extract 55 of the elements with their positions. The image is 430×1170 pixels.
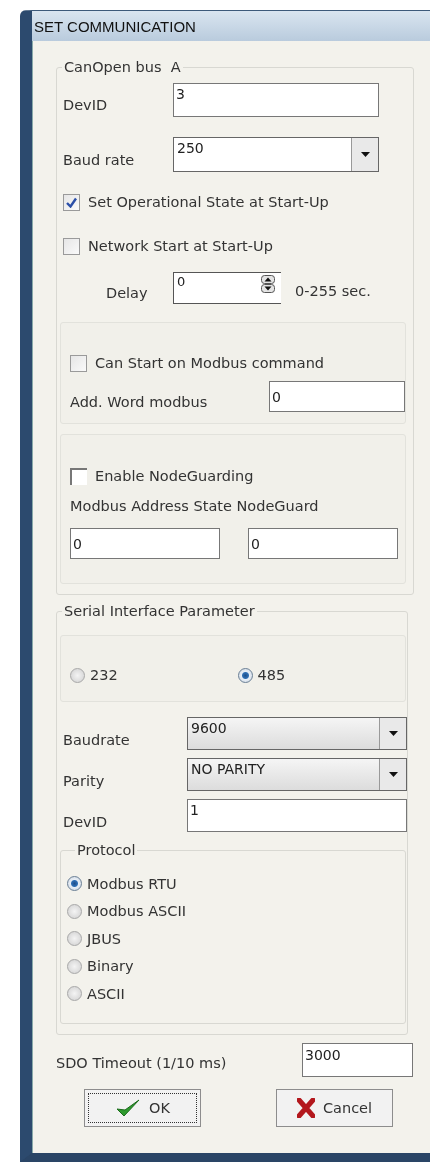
ok-button[interactable]: OK: [84, 1089, 201, 1127]
checkbox-label: Set Operational State at Start-Up: [88, 194, 329, 210]
radio-label: 485: [257, 667, 286, 683]
checkmark-icon: [115, 1098, 142, 1118]
radio-button[interactable]: [67, 876, 82, 892]
checkbox-label: Network Start at Start-Up: [88, 238, 273, 254]
group-label: Serial Interface Parameter: [63, 603, 256, 619]
spin-buttons-icon: [261, 275, 275, 293]
address-field[interactable]: 0: [248, 528, 398, 559]
address-field[interactable]: 0: [70, 528, 220, 559]
radio-label: Binary: [87, 958, 134, 975]
delay-field[interactable]: 0: [173, 272, 281, 304]
radio-label: ASCII: [87, 985, 125, 1002]
radio-button[interactable]: [67, 931, 82, 947]
checkbox[interactable]: [70, 354, 87, 372]
radio-button[interactable]: [67, 986, 82, 1002]
field-label: Parity: [63, 773, 106, 791]
parity-dropdown[interactable]: NO PARITY: [187, 758, 407, 791]
range-label: 0-255 sec.: [295, 282, 371, 299]
radio-label: 232: [90, 667, 118, 683]
group-label: Protocol: [76, 842, 137, 858]
field-label: Delay: [105, 284, 149, 301]
baudrate-dropdown[interactable]: 9600: [187, 717, 407, 750]
field-label: Add. Word modbus: [70, 394, 209, 412]
radio-button[interactable]: [67, 958, 82, 974]
checkbox[interactable]: [63, 193, 80, 211]
checkbox[interactable]: [63, 237, 80, 255]
checkbox[interactable]: [70, 467, 87, 485]
timeout-field[interactable]: 3000: [302, 1043, 413, 1077]
radio-label: Modbus ASCII: [87, 903, 186, 920]
field-label: Baudrate: [63, 732, 131, 750]
radio-button[interactable]: [70, 667, 85, 683]
field-label: DevID: [63, 814, 109, 832]
dropdown-arrow-icon: [388, 772, 398, 777]
radio-button[interactable]: [67, 903, 82, 919]
window-title: SET COMMUNICATION: [34, 17, 196, 35]
radio-label: Modbus RTU: [87, 875, 177, 892]
field-label: Modbus Address State NodeGuard: [70, 498, 320, 514]
radio-button[interactable]: [237, 667, 253, 683]
checkbox-label: Enable NodeGuarding: [95, 468, 254, 484]
field-label: DevID: [63, 97, 109, 115]
checkmark-icon: [66, 196, 77, 208]
field-label: SDO Timeout (1/10 ms): [56, 1054, 228, 1071]
checkbox-label: Can Start on Modbus command: [95, 355, 325, 371]
devid-field[interactable]: 3: [173, 83, 379, 117]
dropdown-arrow-icon: [388, 731, 398, 736]
cancel-button[interactable]: Cancel: [276, 1089, 393, 1127]
word-field[interactable]: 0: [269, 381, 405, 412]
baud-rate-dropdown[interactable]: 250: [173, 137, 379, 172]
group-label: CanOpen bus A: [63, 59, 182, 75]
devid-field[interactable]: 1: [187, 799, 407, 832]
dropdown-arrow-icon: [360, 152, 370, 157]
cross-icon: [296, 1098, 315, 1118]
field-label: Baud rate: [63, 152, 136, 170]
radio-label: JBUS: [87, 930, 122, 947]
